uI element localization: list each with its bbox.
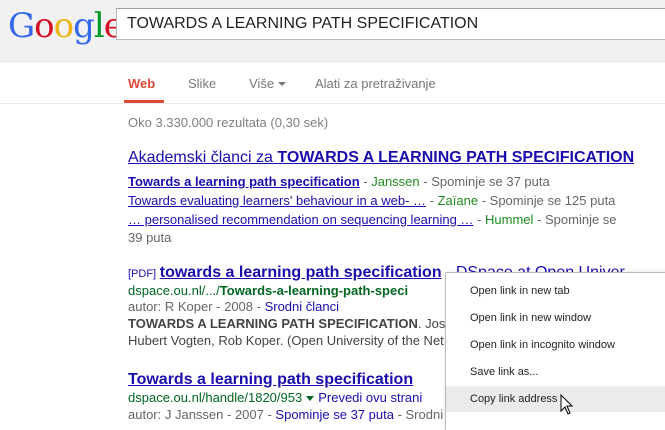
menu-item-save-link[interactable]: Save link as... xyxy=(446,359,665,385)
logo-letter: o xyxy=(53,6,75,46)
search-tabs: Web Slike Više Alati za pretraživanje xyxy=(0,62,665,104)
result-title-link[interactable]: Towards a learning path specification xyxy=(128,371,413,388)
result-snippet: Hubert Vogten, Rob Koper. (Open Universi… xyxy=(128,333,444,348)
scholar-item-link[interactable]: Towards evaluating learners' behaviour i… xyxy=(128,193,426,208)
list-item-continued: 39 puta xyxy=(128,230,171,245)
result-url: dspace.ou.nl/.../Towards-a-learning-path… xyxy=(128,283,408,298)
result-meta: autor: J Janssen - 2007 - Spominje se 37… xyxy=(128,407,443,422)
tab-more[interactable]: Više xyxy=(249,76,287,91)
cites-link[interactable]: Spominje se 37 puta xyxy=(275,407,394,422)
active-tab-indicator xyxy=(124,100,164,103)
tab-more-label: Više xyxy=(249,76,275,91)
tab-web[interactable]: Web xyxy=(128,76,155,91)
result-url: dspace.ou.nl/handle/1820/953 Prevedi ovu … xyxy=(128,390,422,405)
translate-link[interactable]: Prevedi ovu strani xyxy=(318,390,422,405)
result-title-line: Towards a learning path specification xyxy=(128,371,413,389)
scholar-title-bold: TOWARDS A LEARNING PATH SPECIFICATION xyxy=(277,149,635,166)
scholar-item-author: Hummel xyxy=(485,212,534,227)
logo-letter: l xyxy=(93,6,105,46)
result-meta-rest: - Srodni xyxy=(393,407,444,422)
scholar-item-cites: Spominje se xyxy=(544,212,617,227)
scholar-title-link[interactable]: Akademski članci za TOWARDS A LEARNING P… xyxy=(128,149,634,166)
menu-item-copy-link-address[interactable]: Copy link address xyxy=(446,386,665,412)
scholar-item-author: Zaïane xyxy=(437,193,479,208)
context-menu: Open link in new tab Open link in new wi… xyxy=(445,272,665,430)
search-input[interactable] xyxy=(117,9,665,39)
scholar-title-prefix: Akademski članci za xyxy=(128,149,278,166)
result-meta-prefix: autor: R Koper - 2008 - xyxy=(128,299,265,314)
list-item: Towards evaluating learners' behaviour i… xyxy=(128,193,616,208)
google-logo[interactable]: Google xyxy=(8,5,124,47)
scholar-item-cites-cont: 39 puta xyxy=(128,230,172,245)
search-box xyxy=(116,8,665,40)
chevron-down-icon xyxy=(278,81,287,86)
header: Google xyxy=(0,0,665,62)
pdf-badge: [PDF] xyxy=(128,268,157,280)
logo-letter: g xyxy=(73,6,95,46)
scholar-block: Akademski članci za TOWARDS A LEARNING P… xyxy=(128,149,634,167)
scholar-item-link[interactable]: Towards a learning path specification xyxy=(128,174,360,189)
logo-letter: o xyxy=(34,6,55,46)
result-stats: Oko 3.330.000 rezultata (0,30 sek) xyxy=(128,115,329,130)
snippet-rest: . Jos xyxy=(417,316,446,331)
related-articles-link[interactable]: Srodni članci xyxy=(265,299,339,314)
list-item: Towards a learning path specification - … xyxy=(128,174,550,189)
scholar-item-author: Janssen xyxy=(371,174,420,189)
result-url-prefix: dspace.ou.nl/.../ xyxy=(128,283,220,298)
snippet-line2: Hubert Vogten, Rob Koper. (Open Universi… xyxy=(128,333,444,348)
menu-item-open-new-window[interactable]: Open link in new window xyxy=(446,305,665,331)
logo-letter: G xyxy=(8,6,35,46)
menu-item-open-new-tab[interactable]: Open link in new tab xyxy=(446,278,665,304)
result-meta-prefix: autor: J Janssen - 2007 - xyxy=(128,407,276,422)
result-snippet: TOWARDS A LEARNING PATH SPECIFICATION. J… xyxy=(128,316,445,331)
result-meta: autor: R Koper - 2008 - Srodni članci xyxy=(128,299,339,314)
tab-images[interactable]: Slike xyxy=(188,76,216,91)
menu-item-open-incognito[interactable]: Open link in incognito window xyxy=(446,332,665,358)
list-item: … personalised recommendation on sequenc… xyxy=(128,212,617,227)
scholar-item-cites: Spominje se 37 puta xyxy=(431,174,550,189)
result-url-bold: Towards-a-learning-path-speci xyxy=(219,283,409,298)
tab-search-tools[interactable]: Alati za pretraživanje xyxy=(315,76,436,91)
mouse-cursor-icon xyxy=(560,394,574,415)
chevron-down-icon[interactable] xyxy=(306,396,315,402)
scholar-item-cites: Spominje se 125 puta xyxy=(489,193,616,208)
result-url-text: dspace.ou.nl/handle/1820/953 xyxy=(128,390,303,405)
result-title-link[interactable]: towards a learning path specification xyxy=(160,264,442,281)
scholar-item-link[interactable]: … personalised recommendation on sequenc… xyxy=(128,212,473,227)
snippet-bold: TOWARDS A LEARNING PATH SPECIFICATION xyxy=(128,316,418,331)
